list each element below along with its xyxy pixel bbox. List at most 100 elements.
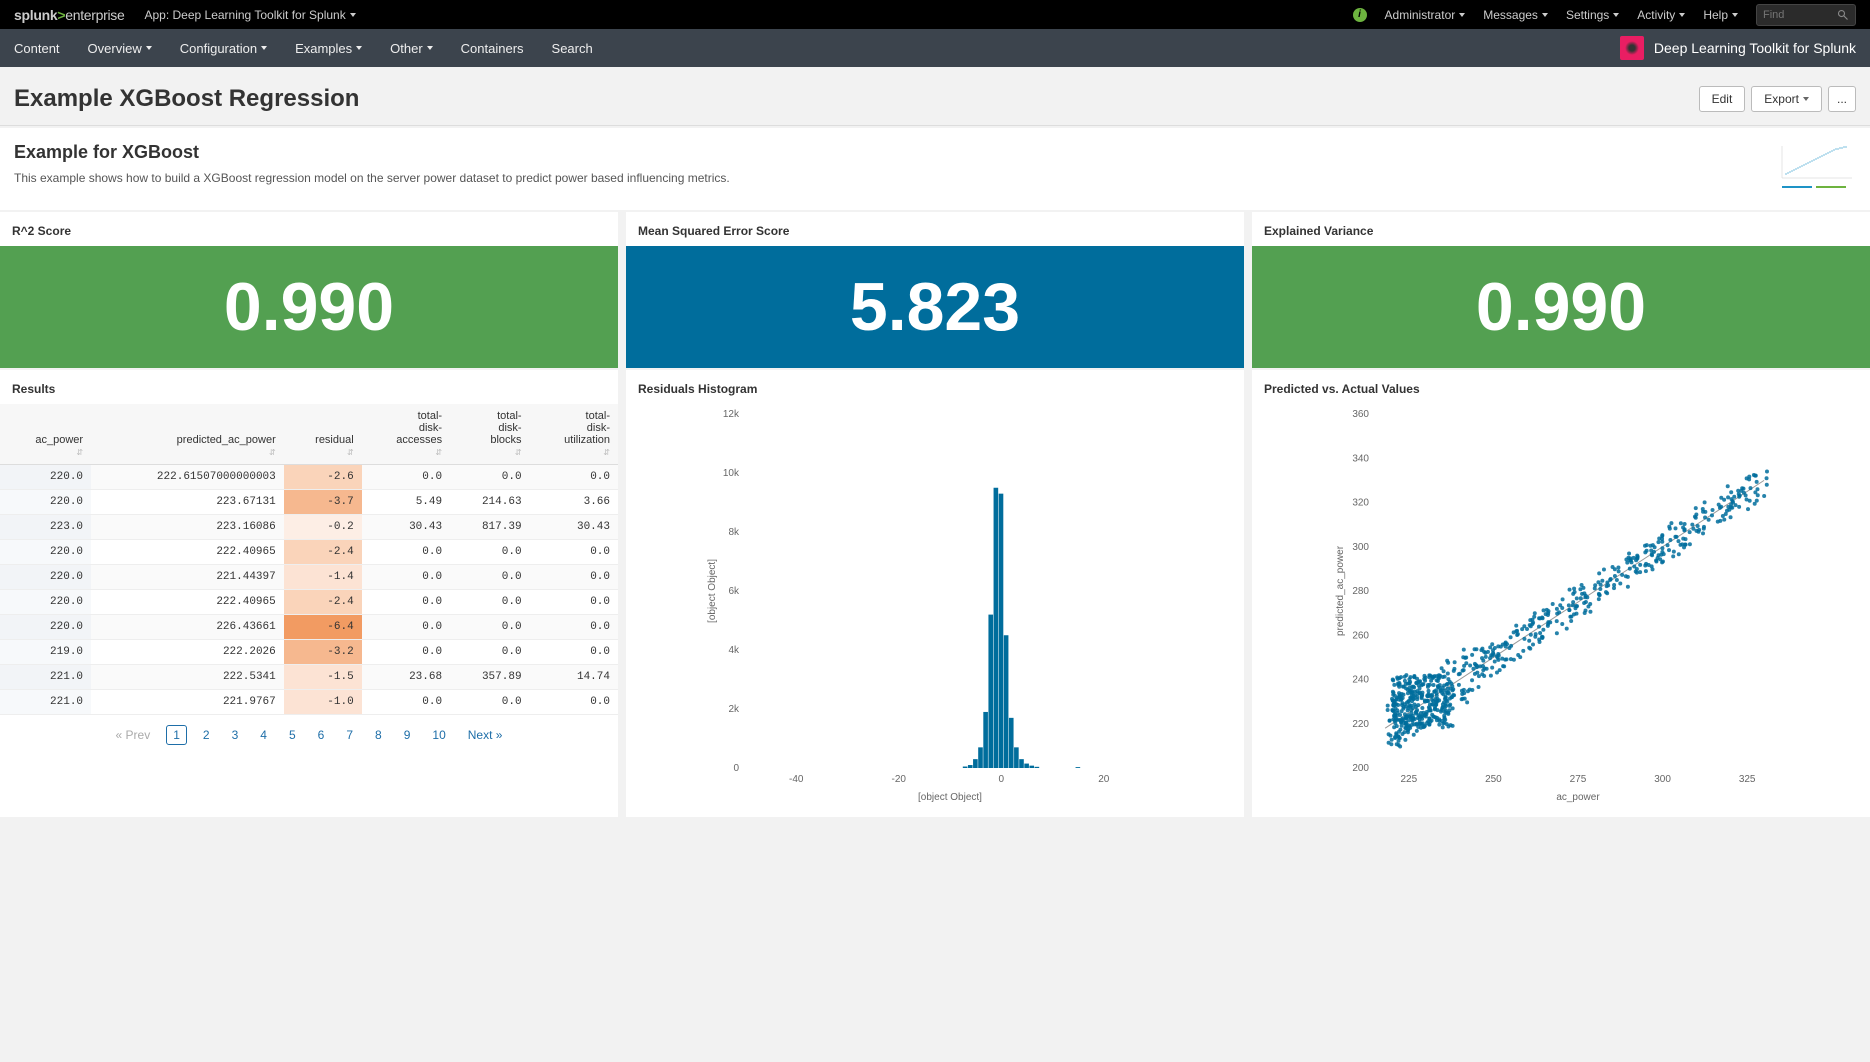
svg-text:-40: -40 [789,774,804,785]
svg-text:220: 220 [1352,719,1369,730]
caret-down-icon [1613,13,1619,17]
caret-down-icon [350,13,356,17]
pager-page-5[interactable]: 5 [283,726,302,744]
col-predicted_ac_power[interactable]: predicted_ac_power⇵ [91,404,284,465]
table-row[interactable]: 220.0222.40965-2.40.00.00.0 [0,590,618,615]
activity-menu[interactable]: Activity [1637,8,1685,22]
messages-menu[interactable]: Messages [1483,8,1548,22]
table-row[interactable]: 220.0223.67131-3.75.49214.633.66 [0,490,618,515]
table-row[interactable]: 221.0222.5341-1.523.68357.8914.74 [0,665,618,690]
svg-text:-20: -20 [892,774,907,785]
administrator-menu[interactable]: Administrator [1385,8,1466,22]
table-cell: 214.63 [450,490,529,515]
table-cell: 30.43 [362,515,450,540]
svg-text:300: 300 [1654,774,1671,785]
edit-button[interactable]: Edit [1699,86,1746,112]
pager-page-1[interactable]: 1 [166,725,187,745]
nav-examples[interactable]: Examples [295,41,362,56]
ev-value: 0.990 [1252,246,1870,368]
pager-page-9[interactable]: 9 [398,726,417,744]
pager-page-7[interactable]: 7 [340,726,359,744]
table-row[interactable]: 220.0226.43661-6.40.00.00.0 [0,615,618,640]
mse-label: Mean Squared Error Score [626,212,1244,246]
svg-text:8k: 8k [728,527,740,538]
table-cell: 0.0 [450,465,529,490]
svg-text:[object Object]: [object Object] [918,792,982,803]
title-row: Example XGBoost Regression Edit Export .… [0,67,1870,126]
pager-page-8[interactable]: 8 [369,726,388,744]
table-cell: 0.0 [362,590,450,615]
table-row[interactable]: 220.0221.44397-1.40.00.00.0 [0,565,618,590]
table-cell: 0.0 [362,615,450,640]
r2-panel: R^2 Score 0.990 [0,212,618,368]
nav-other[interactable]: Other [390,41,433,56]
table-cell: 220.0 [0,565,91,590]
table-cell: 0.0 [450,540,529,565]
nav-search[interactable]: Search [552,41,593,56]
table-cell: 357.89 [450,665,529,690]
table-row[interactable]: 220.0222.40965-2.40.00.00.0 [0,540,618,565]
table-cell: 23.68 [362,665,450,690]
histogram-label: Residuals Histogram [626,370,1244,404]
table-cell: 0.0 [530,690,618,715]
svg-text:4k: 4k [728,645,740,656]
table-cell: 0.0 [450,615,529,640]
find-box[interactable] [1756,4,1856,26]
table-cell: 0.0 [362,690,450,715]
histogram-chart: 02k4k6k8k10k12k-40-20020[object Object][… [638,404,1232,804]
page-title: Example XGBoost Regression [14,85,359,113]
table-row[interactable]: 221.0221.9767-1.00.00.00.0 [0,690,618,715]
help-menu[interactable]: Help [1703,8,1738,22]
svg-text:340: 340 [1352,453,1369,464]
pager-page-3[interactable]: 3 [226,726,245,744]
svg-text:12k: 12k [723,409,740,420]
table-cell: -2.6 [284,465,362,490]
nav-content[interactable]: Content [14,41,60,56]
export-button[interactable]: Export [1751,86,1822,112]
nav-configuration[interactable]: Configuration [180,41,267,56]
table-row[interactable]: 223.0223.16086-0.230.43817.3930.43 [0,515,618,540]
svg-text:10k: 10k [723,468,740,479]
find-input[interactable] [1763,9,1837,21]
table-cell: 220.0 [0,615,91,640]
info-icon[interactable]: i [1353,8,1367,22]
pager-page-4[interactable]: 4 [254,726,273,744]
mse-panel: Mean Squared Error Score 5.823 [626,212,1244,368]
scatter-chart: 2002202402602803003203403602252502753003… [1264,404,1858,804]
nav-overview[interactable]: Overview [88,41,152,56]
caret-down-icon [1542,13,1548,17]
col-ac_power[interactable]: ac_power⇵ [0,404,91,465]
pager-page-2[interactable]: 2 [197,726,216,744]
col-total-disk-blocks[interactable]: total-disk-blocks⇵ [450,404,529,465]
mse-value: 5.823 [626,246,1244,368]
settings-menu[interactable]: Settings [1566,8,1619,22]
more-button[interactable]: ... [1828,86,1856,112]
svg-text:280: 280 [1352,586,1369,597]
table-row[interactable]: 219.0222.2026-3.20.00.00.0 [0,640,618,665]
col-residual[interactable]: residual⇵ [284,404,362,465]
table-cell: 817.39 [450,515,529,540]
splunk-logo[interactable]: splunk>enterprise [14,7,124,23]
app-menu[interactable]: App: Deep Learning Toolkit for Splunk [144,8,355,22]
table-cell: 14.74 [530,665,618,690]
table-cell: -2.4 [284,590,362,615]
table-row[interactable]: 220.0222.61507000000003-2.60.00.00.0 [0,465,618,490]
svg-text:[object Object]: [object Object] [707,559,718,623]
table-cell: 221.44397 [91,565,284,590]
table-cell: 3.66 [530,490,618,515]
results-pager: « Prev12345678910Next » [0,715,618,745]
svg-text:ac_power: ac_power [1556,792,1600,803]
pager-page-10[interactable]: 10 [426,726,451,744]
table-cell: 5.49 [362,490,450,515]
col-total-disk-accesses[interactable]: total-disk-accesses⇵ [362,404,450,465]
svg-text:360: 360 [1352,409,1369,420]
histogram-panel: Residuals Histogram 02k4k6k8k10k12k-40-2… [626,370,1244,817]
nav-containers[interactable]: Containers [461,41,524,56]
r2-label: R^2 Score [0,212,618,246]
col-total-disk-utilization[interactable]: total-disk-utilization⇵ [530,404,618,465]
pager-page-6[interactable]: 6 [312,726,331,744]
pager-next[interactable]: Next » [462,726,509,744]
table-cell: -1.5 [284,665,362,690]
table-cell: 221.0 [0,665,91,690]
app-icon[interactable] [1620,36,1644,60]
